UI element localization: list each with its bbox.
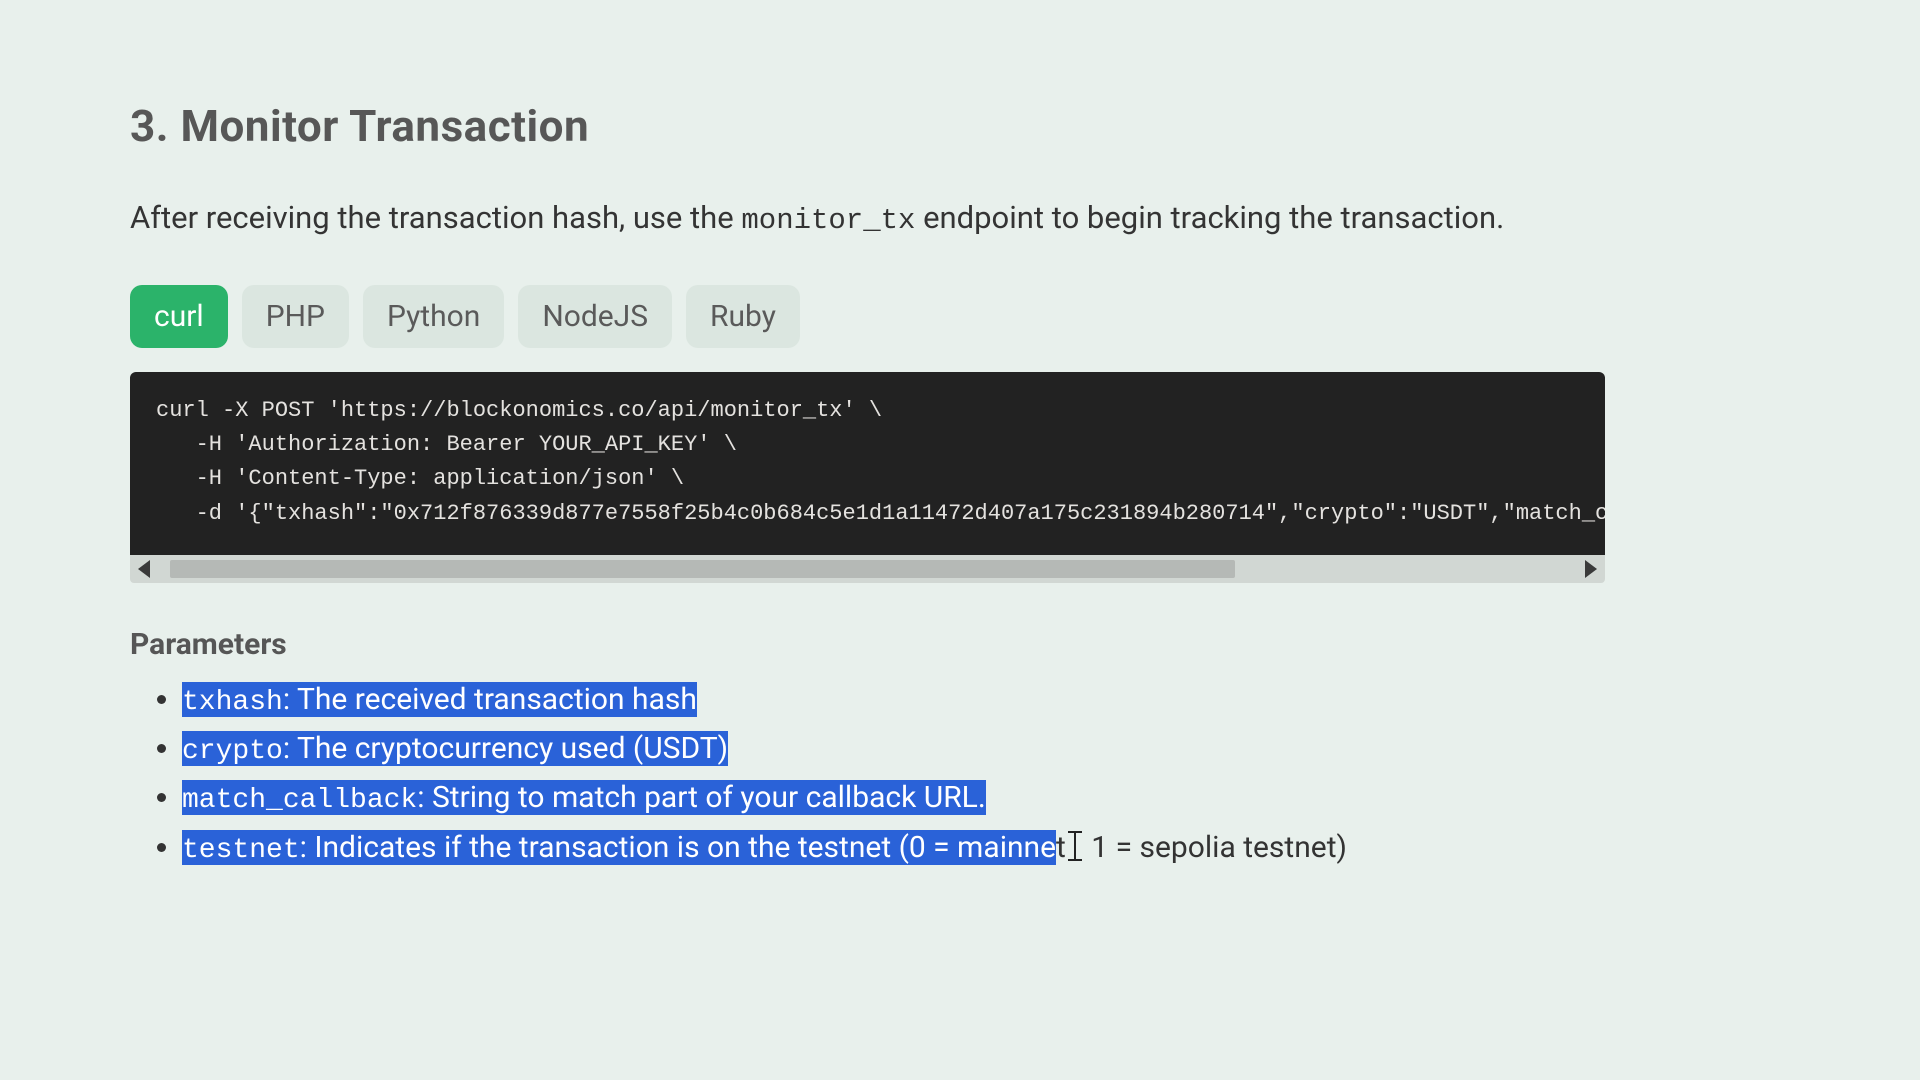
param-desc-rest-a: t [1056,830,1066,865]
tab-nodejs[interactable]: NodeJS [518,285,672,348]
intro-inline-code: monitor_tx [741,204,915,237]
param-desc: : String to match part of your callback … [417,780,986,815]
param-name: txhash [182,687,283,718]
param-item-testnet: testnet: Indicates if the transaction is… [182,824,1790,873]
parameters-list: txhash: The received transaction hash cr… [130,676,1790,873]
tab-python[interactable]: Python [363,285,504,348]
section-heading: 3. Monitor Transaction [130,100,1790,152]
intro-text-post: endpoint to begin tracking the transacti… [915,199,1504,236]
horizontal-scrollbar[interactable] [130,555,1605,583]
intro-paragraph: After receiving the transaction hash, us… [130,192,1610,245]
param-name: crypto [182,736,283,767]
param-desc: : The received transaction hash [283,682,697,717]
scroll-right-icon[interactable] [1585,560,1597,578]
code-block[interactable]: curl -X POST 'https://blockonomics.co/ap… [130,372,1605,554]
intro-text-pre: After receiving the transaction hash, us… [130,199,741,236]
param-desc-rest-b: 1 = sepolia testnet) [1084,830,1347,865]
code-sample: curl -X POST 'https://blockonomics.co/ap… [130,372,1605,582]
param-desc: : The cryptocurrency used (USDT) [283,731,728,766]
doc-page: 3. Monitor Transaction After receiving t… [0,0,1920,873]
param-item-txhash: txhash: The received transaction hash [182,676,1790,725]
tab-php[interactable]: PHP [242,285,349,348]
param-desc-selected: : Indicates if the transaction is on the… [300,830,1056,865]
param-item-match-callback: match_callback: String to match part of … [182,774,1790,823]
parameters-heading: Parameters [130,627,1790,662]
scroll-thumb[interactable] [170,560,1235,578]
language-tabs: curl PHP Python NodeJS Ruby [130,285,1790,348]
tab-ruby[interactable]: Ruby [686,285,800,348]
param-item-crypto: crypto: The cryptocurrency used (USDT) [182,725,1790,774]
scroll-left-icon[interactable] [138,560,150,578]
code-text: curl -X POST 'https://blockonomics.co/ap… [156,394,1579,530]
param-name: match_callback [182,785,417,816]
text-cursor-icon [1066,831,1084,861]
tab-curl[interactable]: curl [130,285,228,348]
param-name: testnet [182,835,300,866]
